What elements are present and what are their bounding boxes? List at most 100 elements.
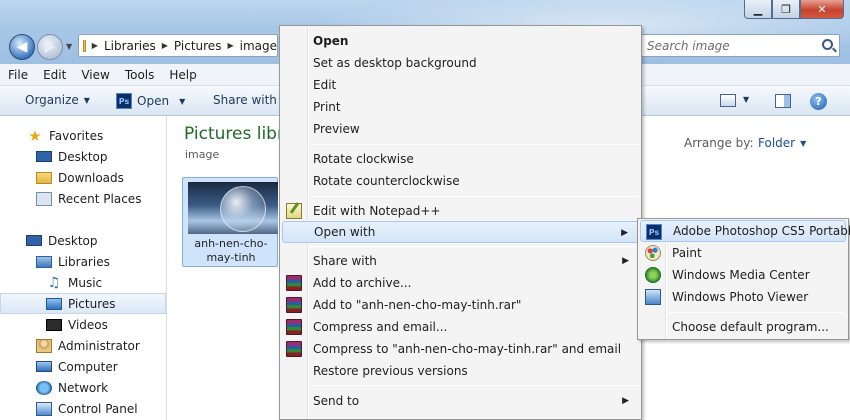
recent-pages-dropdown[interactable]: ▼ bbox=[66, 42, 72, 51]
nav-item-control-panel[interactable]: Control Panel bbox=[0, 398, 166, 419]
maximize-button[interactable]: ❐ bbox=[772, 0, 800, 19]
desktop-icon bbox=[36, 151, 52, 162]
chevron-right-icon[interactable]: ▶ bbox=[92, 41, 98, 50]
menu-item-edit[interactable]: Edit bbox=[282, 74, 639, 96]
context-menu: Open Set as desktop background Edit Prin… bbox=[279, 25, 642, 420]
menu-separator bbox=[310, 144, 639, 145]
arrange-by-dropdown[interactable]: Folder ▼ bbox=[758, 136, 806, 150]
submenu-item-choose-default-program[interactable]: Choose default program... bbox=[640, 316, 846, 338]
minimize-button[interactable]: ▁ bbox=[744, 0, 772, 19]
submenu-item-windows-photo-viewer[interactable]: Windows Photo Viewer bbox=[640, 286, 846, 308]
nav-item-pictures[interactable]: Pictures bbox=[0, 293, 166, 314]
back-button[interactable]: ◀ bbox=[9, 34, 35, 60]
menu-item-rotate-counterclockwise[interactable]: Rotate counterclockwise bbox=[282, 170, 639, 192]
menu-item-label: Open bbox=[313, 34, 349, 48]
photo-viewer-icon bbox=[645, 289, 661, 305]
share-with-button[interactable]: Share with ▼ bbox=[213, 93, 288, 107]
file-name: anh-nen-cho-may-tinh bbox=[194, 237, 268, 264]
breadcrumb-libraries[interactable]: Libraries bbox=[104, 39, 156, 53]
nav-item-label: Desktop bbox=[48, 233, 98, 248]
close-button[interactable]: ✕ bbox=[800, 0, 844, 19]
menu-item-label: Choose default program... bbox=[672, 320, 829, 334]
window-controls: ▁ ❐ ✕ bbox=[744, 0, 844, 20]
chevron-down-icon: ▼ bbox=[179, 96, 186, 106]
nav-item-libraries[interactable]: Libraries bbox=[0, 251, 166, 272]
forward-arrow-icon: ▶ bbox=[44, 39, 56, 55]
breadcrumb-pictures[interactable]: Pictures bbox=[174, 39, 222, 53]
breadcrumb-image[interactable]: image bbox=[240, 39, 277, 53]
menu-item-label: Preview bbox=[313, 122, 360, 136]
menu-item-label: Set as desktop background bbox=[313, 56, 477, 70]
search-input[interactable]: Search image bbox=[640, 34, 840, 57]
menu-item-label: Edit with Notepad++ bbox=[313, 204, 441, 218]
menu-item-compress-to-rar-and-email[interactable]: Compress to "anh-nen-cho-may-tinh.rar" a… bbox=[282, 338, 639, 360]
menu-item-edit-with-notepad[interactable]: Edit with Notepad++ bbox=[282, 200, 639, 222]
submenu-item-photoshop[interactable]: Ps Adobe Photoshop CS5 Portable bbox=[640, 220, 850, 242]
menu-separator bbox=[310, 196, 639, 197]
nav-item-favorites[interactable]: ★ Favorites bbox=[0, 125, 166, 146]
menu-item-label: Send to bbox=[313, 394, 360, 408]
nav-item-desktop-root[interactable]: Desktop bbox=[0, 230, 166, 251]
videos-icon bbox=[46, 318, 62, 331]
nav-item-label: Libraries bbox=[58, 254, 110, 269]
submenu-item-paint[interactable]: Paint bbox=[640, 242, 846, 264]
chevron-down-icon: ▼ bbox=[800, 138, 807, 148]
nav-item-downloads[interactable]: Downloads bbox=[0, 167, 166, 188]
navigation-pane: ★ Favorites Desktop Downloads Recent Pla… bbox=[0, 116, 167, 420]
change-view-icon[interactable] bbox=[720, 94, 736, 107]
nav-item-label: Administrator bbox=[58, 338, 140, 353]
menu-item-open[interactable]: Open bbox=[282, 30, 639, 52]
menu-separator bbox=[310, 246, 639, 247]
menu-item-restore-previous-versions[interactable]: Restore previous versions bbox=[282, 360, 639, 382]
menu-item-add-to-rar[interactable]: Add to "anh-nen-cho-may-tinh.rar" bbox=[282, 294, 639, 316]
search-icon[interactable] bbox=[822, 39, 833, 50]
nav-item-computer[interactable]: Computer bbox=[0, 356, 166, 377]
nav-item-desktop[interactable]: Desktop bbox=[0, 146, 166, 167]
nav-item-label: Favorites bbox=[49, 128, 104, 143]
nav-item-administrator[interactable]: Administrator bbox=[0, 335, 166, 356]
menu-item-set-desktop-background[interactable]: Set as desktop background bbox=[282, 52, 639, 74]
menu-item-rotate-clockwise[interactable]: Rotate clockwise bbox=[282, 148, 639, 170]
menu-item-open-with[interactable]: Open with ▶ bbox=[282, 221, 639, 243]
menu-item-label: Adobe Photoshop CS5 Portable bbox=[673, 224, 850, 238]
image-thumbnail bbox=[188, 182, 278, 234]
arrange-by-value: Folder bbox=[758, 136, 796, 150]
organize-button[interactable]: Organize ▼ bbox=[25, 93, 90, 107]
share-with-label: Share with bbox=[213, 93, 277, 107]
nav-item-videos[interactable]: Videos bbox=[0, 314, 166, 335]
chevron-right-icon[interactable]: ▶ bbox=[162, 41, 168, 50]
nav-item-recent-places[interactable]: Recent Places bbox=[0, 188, 166, 209]
chevron-right-icon[interactable]: ▶ bbox=[227, 41, 233, 50]
menu-item-print[interactable]: Print bbox=[282, 96, 639, 118]
menu-item-label: Open with bbox=[314, 225, 376, 239]
forward-button[interactable]: ▶ bbox=[37, 34, 63, 60]
menu-view[interactable]: View bbox=[81, 68, 109, 82]
menu-item-label: Edit bbox=[313, 78, 337, 92]
submenu-item-windows-media-center[interactable]: Windows Media Center bbox=[640, 264, 846, 286]
menu-item-send-to[interactable]: Send to ▶ bbox=[282, 390, 639, 412]
winrar-icon bbox=[286, 341, 302, 357]
submenu-arrow-icon: ▶ bbox=[622, 256, 629, 266]
photoshop-icon: Ps bbox=[116, 93, 132, 109]
menu-item-preview[interactable]: Preview bbox=[282, 118, 639, 140]
control-panel-icon bbox=[36, 401, 52, 416]
back-arrow-icon: ◀ bbox=[16, 39, 28, 55]
view-options-dropdown[interactable]: ▼ bbox=[743, 95, 749, 104]
nav-item-network[interactable]: Network bbox=[0, 377, 166, 398]
menu-item-share-with[interactable]: Share with ▶ bbox=[282, 250, 639, 272]
address-bar[interactable]: ▶ Libraries ▶ Pictures ▶ image bbox=[78, 34, 278, 57]
menu-item-label: Windows Media Center bbox=[672, 268, 810, 282]
preview-pane-icon[interactable] bbox=[775, 94, 791, 108]
menu-file[interactable]: File bbox=[8, 68, 28, 82]
menu-item-add-to-archive[interactable]: Add to archive... bbox=[282, 272, 639, 294]
nav-item-music[interactable]: ♫ Music bbox=[0, 272, 166, 293]
file-item-selected[interactable]: anh-nen-cho-may-tinh bbox=[182, 177, 278, 267]
menu-tools[interactable]: Tools bbox=[125, 68, 155, 82]
open-button[interactable]: Ps Open ▼ bbox=[116, 93, 185, 109]
menu-item-compress-and-email[interactable]: Compress and email... bbox=[282, 316, 639, 338]
page-title: Pictures library bbox=[184, 124, 284, 144]
menu-help[interactable]: Help bbox=[169, 68, 196, 82]
menu-edit[interactable]: Edit bbox=[43, 68, 66, 82]
help-icon[interactable]: ? bbox=[810, 93, 827, 110]
nav-item-label: Control Panel bbox=[58, 401, 138, 416]
